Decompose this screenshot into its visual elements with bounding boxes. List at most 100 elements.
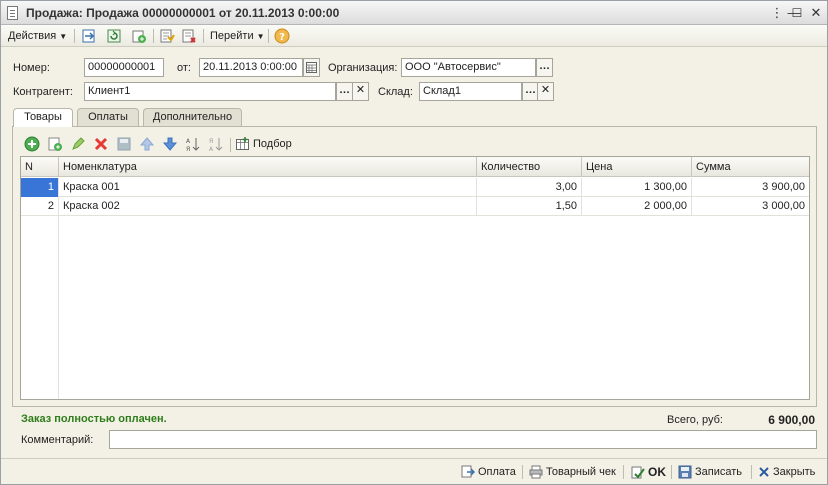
row-sum[interactable]: 3 000,00 bbox=[692, 197, 809, 216]
goods-table[interactable]: N Номенклатура Количество Цена Сумма 1 К… bbox=[20, 156, 810, 400]
help-icon[interactable]: ? bbox=[274, 28, 290, 44]
column-divider bbox=[58, 216, 59, 399]
number-field[interactable]: 00000000001 bbox=[84, 58, 164, 77]
comment-field[interactable] bbox=[109, 430, 817, 449]
refresh-icon[interactable] bbox=[106, 28, 122, 44]
close-button-label: Закрыть bbox=[773, 466, 816, 478]
close-window-button[interactable]: ✕ bbox=[808, 5, 824, 21]
organization-label: Организация: bbox=[328, 62, 398, 74]
toolbar-separator bbox=[230, 138, 231, 152]
copy-doc-icon[interactable] bbox=[131, 28, 147, 44]
add-row-icon[interactable] bbox=[24, 136, 40, 152]
row-price[interactable]: 1 300,00 bbox=[582, 178, 692, 197]
column-header-quantity[interactable]: Количество bbox=[477, 157, 582, 177]
bottom-command-bar: Оплата Товарный чек OK Записать Закрыть bbox=[1, 458, 827, 484]
warehouse-field[interactable]: Склад1 bbox=[419, 82, 522, 101]
toolbar-separator bbox=[623, 465, 624, 479]
column-header-item[interactable]: Номенклатура bbox=[59, 157, 477, 177]
totals-value: 6 900,00 bbox=[768, 413, 815, 427]
actions-menu-label: Действия bbox=[8, 30, 57, 42]
post-document-icon[interactable] bbox=[159, 28, 175, 44]
actions-menu[interactable]: Действия ▼ bbox=[8, 28, 67, 44]
move-down-icon[interactable] bbox=[162, 136, 178, 152]
tab-goods[interactable]: Товары bbox=[13, 108, 73, 127]
tab-additional[interactable]: Дополнительно bbox=[143, 108, 242, 126]
close-button[interactable]: Закрыть bbox=[758, 464, 815, 480]
move-up-icon[interactable] bbox=[139, 136, 155, 152]
number-label: Номер: bbox=[13, 62, 50, 74]
post-and-close-icon[interactable] bbox=[81, 28, 97, 44]
unpost-document-icon[interactable] bbox=[181, 28, 197, 44]
organization-field[interactable]: ООО "Автосервис" bbox=[401, 58, 536, 77]
totals-label: Всего, руб: bbox=[667, 414, 723, 426]
payment-status-message: Заказ полностью оплачен. bbox=[21, 413, 167, 425]
title-bar: Продажа: Продажа 00000000001 от 20.11.20… bbox=[1, 1, 827, 25]
svg-text:A: A bbox=[186, 138, 191, 145]
sales-receipt-button-label: Товарный чек bbox=[546, 466, 616, 478]
counterparty-label: Контрагент: bbox=[13, 86, 73, 98]
table-selection-icon bbox=[236, 137, 249, 150]
svg-text:?: ? bbox=[279, 32, 285, 43]
row-number[interactable]: 2 bbox=[21, 197, 59, 216]
row-sum[interactable]: 3 900,00 bbox=[692, 178, 809, 197]
calendar-icon bbox=[306, 62, 317, 73]
svg-text:Я: Я bbox=[186, 146, 190, 152]
copy-row-icon[interactable] bbox=[47, 136, 63, 152]
checkmark-icon bbox=[631, 466, 645, 479]
more-icon[interactable]: ⋮ bbox=[769, 5, 785, 21]
maximize-button[interactable]: ☐ bbox=[789, 5, 805, 21]
toolbar-separator bbox=[203, 29, 204, 43]
warehouse-label: Склад: bbox=[378, 86, 413, 98]
row-quantity[interactable]: 1,50 bbox=[477, 197, 582, 216]
sort-descending-icon[interactable]: ЯA bbox=[208, 136, 224, 152]
row-number[interactable]: 1 bbox=[21, 178, 59, 197]
row-quantity[interactable]: 3,00 bbox=[477, 178, 582, 197]
calendar-button[interactable] bbox=[303, 58, 320, 77]
sales-receipt-button[interactable]: Товарный чек bbox=[529, 464, 616, 480]
row-price[interactable]: 2 000,00 bbox=[582, 197, 692, 216]
document-icon bbox=[7, 6, 18, 20]
svg-text:A: A bbox=[209, 146, 214, 152]
column-header-sum[interactable]: Сумма bbox=[692, 157, 809, 177]
ok-button-label: OK bbox=[648, 465, 666, 479]
printer-icon bbox=[529, 465, 543, 479]
table-header: N Номенклатура Количество Цена Сумма bbox=[21, 157, 809, 177]
payment-icon bbox=[461, 465, 475, 478]
tab-payments[interactable]: Оплаты bbox=[77, 108, 139, 126]
row-item[interactable]: Краска 001 bbox=[59, 178, 477, 197]
organization-select-button[interactable]: … bbox=[536, 58, 553, 77]
goto-menu-label: Перейти bbox=[210, 30, 254, 42]
table-row[interactable]: 2 Краска 002 1,50 2 000,00 3 000,00 bbox=[21, 197, 809, 216]
delete-row-icon[interactable] bbox=[93, 136, 109, 152]
counterparty-select-button[interactable]: … bbox=[336, 82, 353, 101]
selection-button[interactable]: Подбор bbox=[236, 137, 292, 151]
svg-text:Я: Я bbox=[209, 138, 213, 145]
window-title: Продажа: Продажа 00000000001 от 20.11.20… bbox=[26, 6, 340, 20]
chevron-down-icon: ▼ bbox=[59, 32, 68, 41]
edit-row-icon[interactable] bbox=[70, 136, 86, 152]
toolbar-separator bbox=[153, 29, 154, 43]
document-window: Продажа: Продажа 00000000001 от 20.11.20… bbox=[0, 0, 828, 485]
toolbar-separator bbox=[522, 465, 523, 479]
end-edit-icon[interactable] bbox=[116, 136, 132, 152]
selection-button-label: Подбор bbox=[253, 137, 292, 150]
column-header-n[interactable]: N bbox=[21, 157, 59, 177]
chevron-down-icon: ▼ bbox=[256, 32, 265, 41]
counterparty-clear-button[interactable]: ✕ bbox=[352, 82, 369, 101]
goto-menu[interactable]: Перейти ▼ bbox=[210, 28, 265, 44]
counterparty-field[interactable]: Клиент1 bbox=[84, 82, 336, 101]
payment-button-label: Оплата bbox=[478, 466, 516, 478]
save-button[interactable]: Записать bbox=[678, 464, 742, 480]
warehouse-clear-button[interactable]: ✕ bbox=[537, 82, 554, 101]
save-button-label: Записать bbox=[695, 466, 743, 478]
date-field[interactable]: 20.11.2013 0:00:00 bbox=[199, 58, 303, 77]
column-header-price[interactable]: Цена bbox=[582, 157, 692, 177]
comment-label: Комментарий: bbox=[21, 434, 94, 446]
save-disk-icon bbox=[678, 465, 692, 479]
date-label: от: bbox=[177, 62, 191, 74]
ok-button[interactable]: OK bbox=[631, 464, 666, 480]
payment-button[interactable]: Оплата bbox=[461, 464, 516, 480]
table-row[interactable]: 1 Краска 001 3,00 1 300,00 3 900,00 bbox=[21, 178, 809, 197]
row-item[interactable]: Краска 002 bbox=[59, 197, 477, 216]
sort-ascending-icon[interactable]: AЯ bbox=[185, 136, 201, 152]
